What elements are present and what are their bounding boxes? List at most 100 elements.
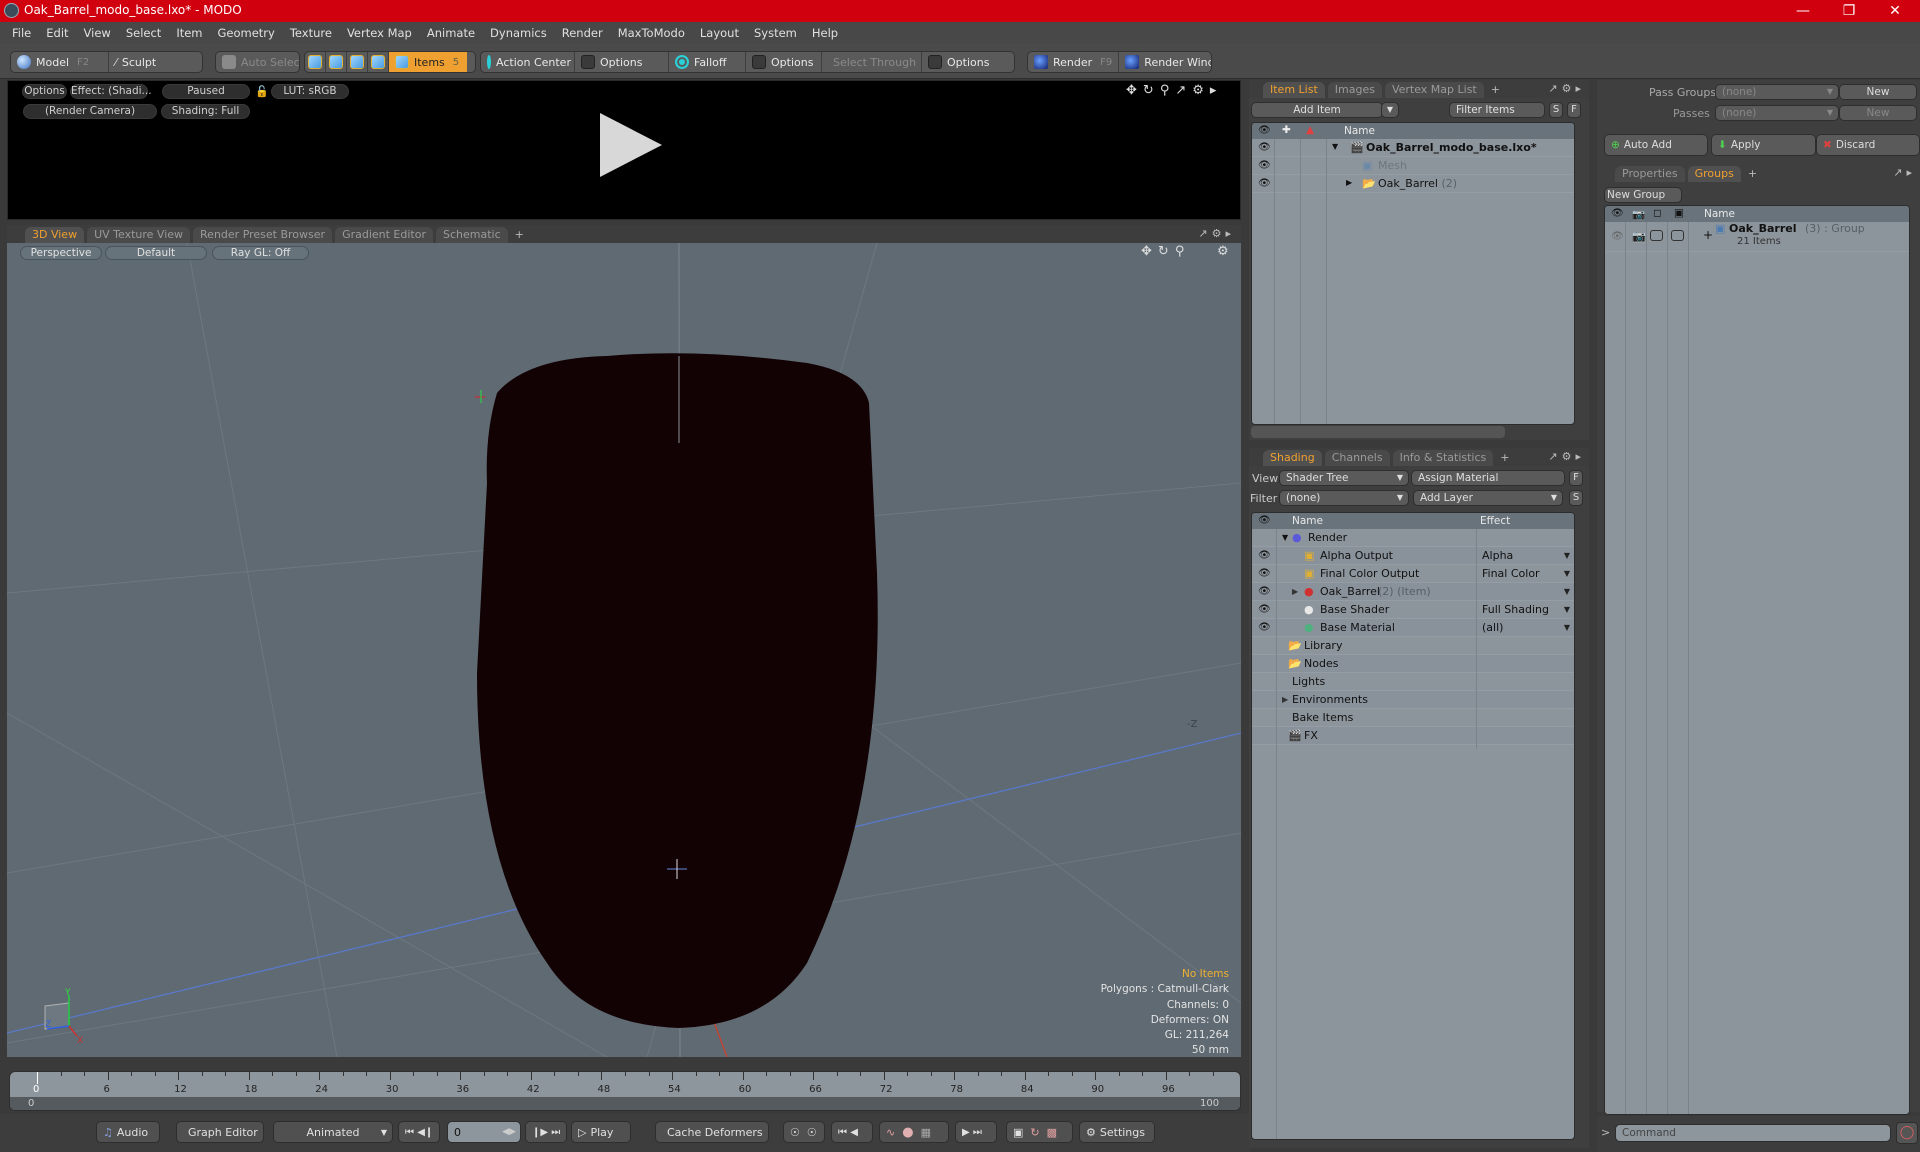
assign-material-button[interactable]: Assign Material — [1411, 470, 1565, 486]
expand-plus-icon[interactable]: + — [1703, 228, 1713, 242]
preview-status-button[interactable]: Paused — [162, 84, 250, 99]
visibility-column-icon[interactable]: 👁 — [1258, 125, 1271, 136]
lut-dropdown[interactable]: LUT: sRGB — [271, 84, 349, 99]
record-buttons[interactable]: ∿ ● ▦ — [879, 1121, 949, 1143]
falloff-options-button[interactable]: Options — [746, 52, 822, 72]
render-button[interactable]: Render F9 — [1028, 52, 1120, 72]
shader-row[interactable]: 🎬 FX — [1252, 727, 1574, 745]
select-checkbox[interactable] — [1650, 230, 1663, 241]
action-center-button[interactable]: Action Center — [481, 52, 575, 72]
effect-dropdown-icon[interactable]: ▼ — [1564, 605, 1570, 614]
menu-select[interactable]: Select — [118, 26, 168, 40]
last-key-icon[interactable]: ⏭ — [973, 1127, 982, 1138]
projection-dropdown[interactable]: Perspective — [20, 246, 102, 260]
tab-channels[interactable]: Channels — [1324, 450, 1390, 466]
tab-render-preset-browser[interactable]: Render Preset Browser — [193, 227, 333, 243]
lock-column-icon[interactable]: ✚ — [1282, 124, 1291, 136]
expand-triangle-icon[interactable]: ▶ — [1292, 587, 1298, 596]
play-preview-icon[interactable] — [600, 113, 662, 177]
menu-animate[interactable]: Animate — [419, 26, 482, 40]
prev-frame-icon[interactable]: ◀ — [850, 1127, 858, 1138]
viewport-tab-controls[interactable]: ↗⚙▸ — [1198, 227, 1235, 240]
cache-deformers-button[interactable]: Cache Deformers — [655, 1121, 769, 1143]
effect-dropdown-icon[interactable]: ▼ — [1564, 623, 1570, 632]
tab-3d-view[interactable]: 3D View — [25, 227, 85, 243]
auto-select-button[interactable]: Auto Select — [216, 52, 299, 72]
name-column-header[interactable]: Name — [1292, 515, 1323, 527]
render-preview[interactable]: Options Effect: (Shadi... Paused 🔓 LUT: … — [7, 80, 1241, 220]
go-to-end-icon[interactable]: ⏭ — [551, 1127, 560, 1138]
shader-row[interactable]: 👁 ▶ ● Oak_Barrel (2) (Item) ▼ — [1252, 583, 1574, 601]
new-group-button[interactable]: New Group — [1604, 187, 1682, 203]
menu-file[interactable]: File — [4, 26, 38, 40]
menu-view[interactable]: View — [76, 26, 118, 40]
add-tab-button[interactable]: + — [511, 227, 528, 243]
lock-checkbox[interactable] — [1671, 230, 1684, 241]
visibility-eye-icon[interactable]: 👁 — [1258, 178, 1271, 189]
menu-help[interactable]: Help — [804, 26, 845, 40]
menu-item[interactable]: Item — [168, 26, 209, 40]
new-pass-group-button[interactable]: New — [1839, 84, 1917, 100]
rotate-icon[interactable]: ↻ — [1143, 83, 1160, 98]
loop-icon[interactable]: ↻ — [1030, 1126, 1039, 1139]
shader-row[interactable]: ▼ ● Render — [1252, 529, 1574, 547]
shader-row[interactable]: Lights — [1252, 673, 1574, 691]
tab-uv-texture-view[interactable]: UV Texture View — [87, 227, 191, 243]
style-dropdown[interactable]: Default — [105, 246, 207, 260]
key-upload-buttons[interactable]: ☉ ☉ — [783, 1121, 825, 1143]
render-window-button[interactable]: Render Window — [1119, 52, 1211, 72]
tab-schematic[interactable]: Schematic — [436, 227, 508, 243]
shader-row[interactable]: Bake Items — [1252, 709, 1574, 727]
s-button[interactable]: S — [1569, 490, 1583, 506]
model-button[interactable]: Model F2 — [11, 52, 109, 72]
shader-row[interactable]: 👁 ▣ Alpha Output Alpha ▼ — [1252, 547, 1574, 565]
expand-triangle-icon[interactable]: ▶ — [1346, 178, 1352, 187]
items-mode-button[interactable]: Items 5 — [389, 52, 467, 72]
minimize-button[interactable]: — — [1780, 0, 1826, 22]
apply-button[interactable]: ⬇ Apply — [1711, 134, 1816, 156]
shader-row[interactable]: 📂 Nodes — [1252, 655, 1574, 673]
next-last-key-buttons[interactable]: ❙▶ ⏭ — [525, 1121, 567, 1143]
select-through-options-button[interactable]: Options — [922, 52, 995, 72]
add-tab-button[interactable]: + — [1744, 166, 1761, 182]
effect-dropdown-icon[interactable]: ▼ — [1564, 551, 1570, 560]
tab-item-list[interactable]: Item List — [1263, 82, 1325, 98]
add-layer-dropdown[interactable]: Add Layer ▼ — [1413, 490, 1563, 506]
materials-mode-button[interactable] — [368, 52, 389, 72]
gear-icon[interactable]: ⚙ — [1192, 83, 1210, 98]
frame-stepper-icon[interactable]: ◀▶ — [502, 1127, 516, 1137]
menu-edit[interactable]: Edit — [38, 26, 75, 40]
next-frame-icon[interactable]: ▶ — [962, 1127, 970, 1138]
tab-groups[interactable]: Groups — [1687, 166, 1741, 182]
tab-info-statistics[interactable]: Info & Statistics — [1392, 450, 1494, 466]
action-center-options-button[interactable]: Options — [575, 52, 669, 72]
polygons-mode-button[interactable] — [347, 52, 368, 72]
shader-row-effect[interactable]: (all) — [1482, 621, 1503, 634]
tab-gradient-editor[interactable]: Gradient Editor — [335, 227, 433, 243]
go-to-start-icon[interactable]: ⏮ — [405, 1127, 414, 1138]
get-key-icon[interactable]: ☉ — [807, 1126, 817, 1139]
effect-dropdown-icon[interactable]: ▼ — [1564, 587, 1570, 596]
settings-button[interactable]: ⚙ Settings — [1079, 1121, 1155, 1143]
record-icon[interactable]: ● — [902, 1125, 913, 1140]
search-toggle-button[interactable]: S — [1549, 102, 1563, 118]
curve-key-icon[interactable]: ∿ — [886, 1126, 895, 1139]
menu-system[interactable]: System — [746, 26, 804, 40]
panel-controls[interactable]: ↗⚙▸ — [1548, 82, 1585, 95]
range-bar[interactable]: 0 100 — [10, 1097, 1240, 1110]
next-key-icon[interactable]: ❙▶ — [532, 1127, 548, 1138]
menu-texture[interactable]: Texture — [282, 26, 339, 40]
filter-dropdown[interactable]: (none) ▼ — [1279, 490, 1409, 506]
axis-column-icon[interactable]: ▲ — [1306, 124, 1314, 136]
tab-vertex-map-list[interactable]: Vertex Map List — [1384, 82, 1484, 98]
animated-dropdown[interactable]: Animated ▼ — [273, 1121, 393, 1143]
f-button[interactable]: F — [1569, 470, 1583, 486]
expand-triangle-icon[interactable]: ▶ — [1282, 695, 1288, 704]
cube-key-icon[interactable]: ▣ — [1013, 1126, 1023, 1139]
filter-toggle-button[interactable]: F — [1567, 102, 1581, 118]
first-prev-key-buttons[interactable]: ⏮ ◀❙ — [398, 1121, 440, 1143]
sculpt-button[interactable]: ⁄ Sculpt — [109, 52, 162, 72]
next-key-step-buttons[interactable]: ▶ ⏭ — [955, 1121, 997, 1143]
auto-add-button[interactable]: ⊕ Auto Add — [1604, 134, 1708, 156]
discard-button[interactable]: ✖ Discard — [1816, 134, 1920, 156]
